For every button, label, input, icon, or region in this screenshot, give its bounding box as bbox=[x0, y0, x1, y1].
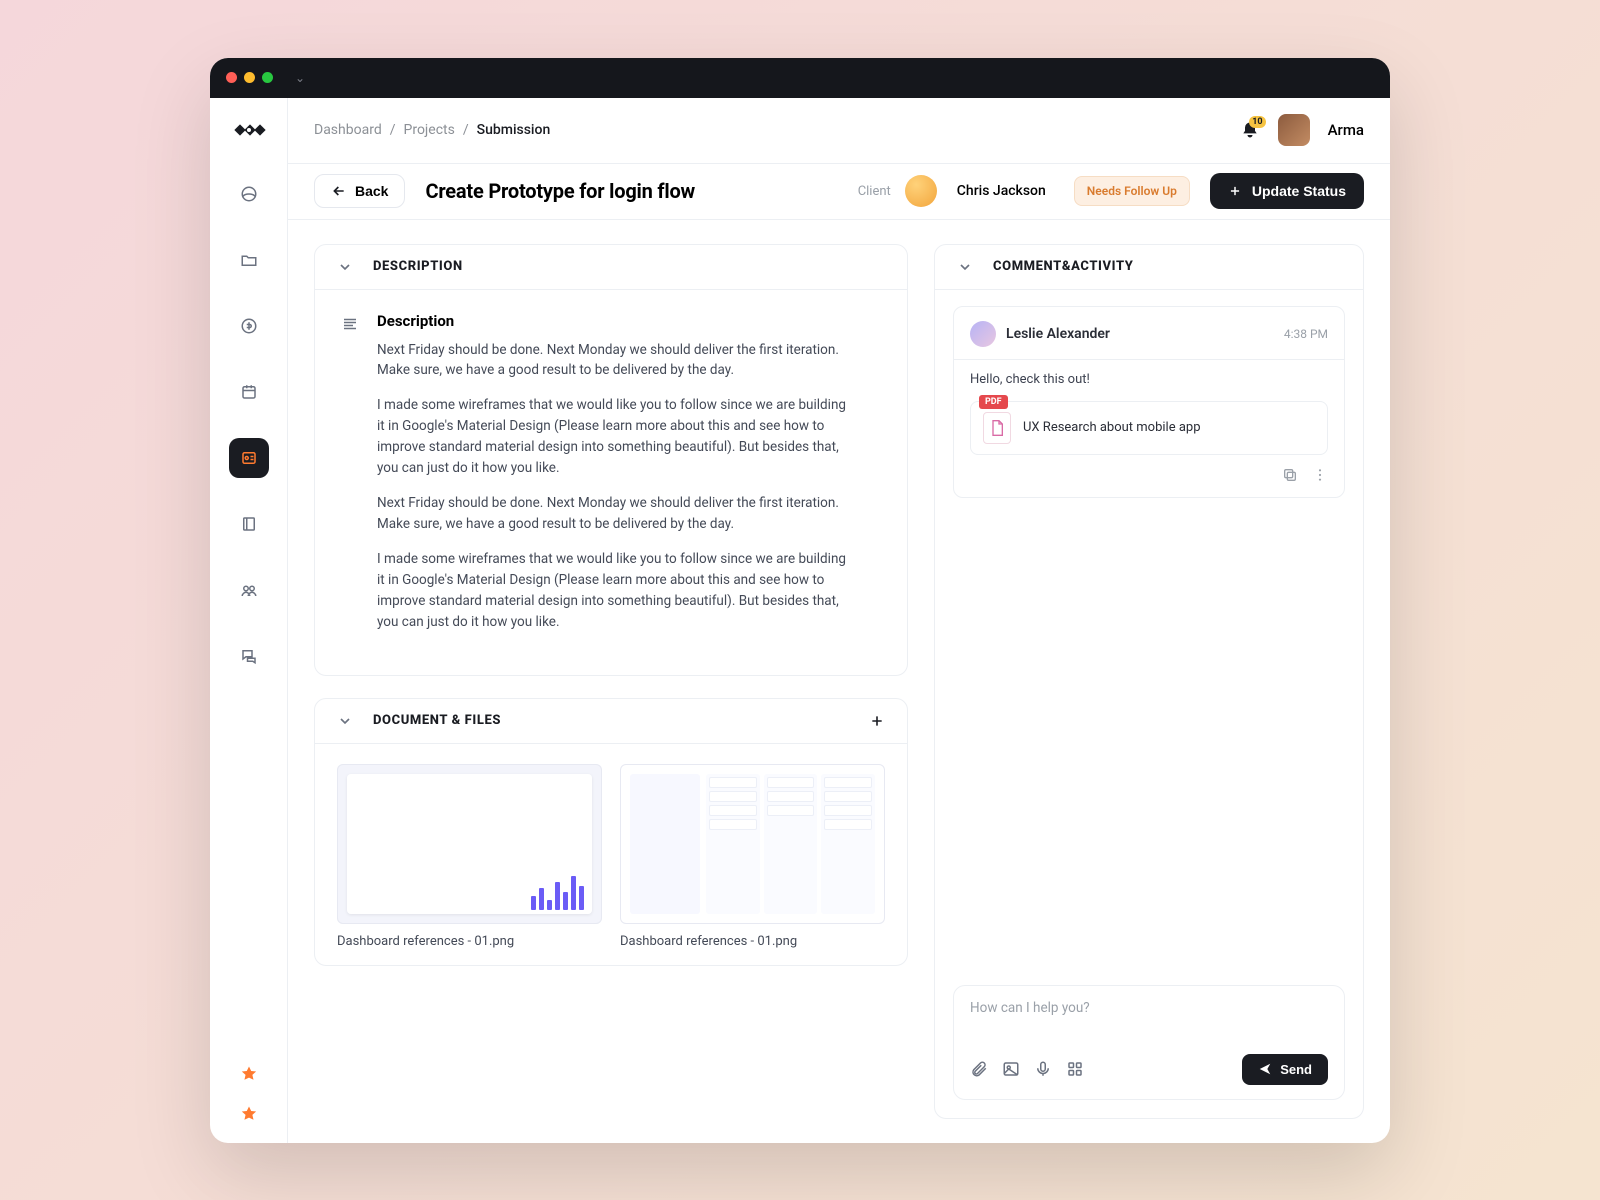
maximize-window-icon[interactable] bbox=[262, 72, 273, 83]
breadcrumb-sep: / bbox=[390, 122, 396, 138]
close-window-icon[interactable] bbox=[226, 72, 237, 83]
status-badge: Needs Follow Up bbox=[1074, 176, 1190, 206]
breadcrumb-current: Submission bbox=[477, 122, 551, 138]
file-item[interactable]: Dashboard references - 01.png bbox=[620, 764, 885, 949]
send-label: Send bbox=[1280, 1062, 1312, 1077]
comment-message: Hello, check this out! bbox=[970, 372, 1328, 387]
file-item[interactable]: Dashboard references - 01.png bbox=[337, 764, 602, 949]
chevron-down-icon bbox=[337, 713, 353, 729]
nav-billing-icon[interactable] bbox=[229, 306, 269, 346]
chevron-down-icon[interactable]: ⌄ bbox=[295, 71, 305, 85]
nav-folder-icon[interactable] bbox=[229, 240, 269, 280]
main: Dashboard / Projects / Submission 10 Arm… bbox=[288, 98, 1390, 1143]
sidebar bbox=[210, 98, 288, 1143]
description-paragraph: Next Friday should be done. Next Monday … bbox=[377, 340, 852, 382]
comment-author: Leslie Alexander bbox=[1006, 326, 1110, 342]
text-lines-icon bbox=[341, 315, 359, 647]
copy-icon bbox=[1282, 467, 1298, 483]
files-panel: DOCUMENT & FILES Dashboard references - … bbox=[314, 698, 908, 966]
attach-image-button[interactable] bbox=[1002, 1060, 1020, 1078]
username: Arma bbox=[1328, 121, 1364, 139]
description-panel-title: DESCRIPTION bbox=[373, 259, 463, 274]
grid-icon bbox=[1066, 1060, 1084, 1078]
add-file-button[interactable] bbox=[869, 713, 885, 729]
comment-input[interactable] bbox=[970, 1000, 1328, 1040]
breadcrumb: Dashboard / Projects / Submission bbox=[314, 122, 550, 138]
description-heading: Description bbox=[377, 312, 852, 330]
attachment[interactable]: PDF UX Research about mobile app bbox=[970, 401, 1328, 455]
favorite-star-icon[interactable] bbox=[240, 1105, 258, 1123]
nav-chat-icon[interactable] bbox=[229, 636, 269, 676]
comment-more-button[interactable] bbox=[1312, 467, 1328, 483]
nav-submissions-icon[interactable] bbox=[229, 438, 269, 478]
client-name: Chris Jackson bbox=[957, 183, 1046, 199]
plus-icon bbox=[1228, 184, 1242, 198]
attachment-name: UX Research about mobile app bbox=[1023, 420, 1201, 435]
apps-button[interactable] bbox=[1066, 1060, 1084, 1078]
favorite-star-icon[interactable] bbox=[240, 1065, 258, 1083]
paperclip-icon bbox=[970, 1060, 988, 1078]
description-paragraph: I made some wireframes that we would lik… bbox=[377, 395, 852, 479]
collapse-files-button[interactable] bbox=[337, 713, 353, 729]
image-icon bbox=[1002, 1060, 1020, 1078]
nav-calendar-icon[interactable] bbox=[229, 372, 269, 412]
description-paragraph: Next Friday should be done. Next Monday … bbox=[377, 493, 852, 535]
subheader: Back Create Prototype for login flow Cli… bbox=[288, 164, 1390, 220]
content: DESCRIPTION Description Next Friday shou… bbox=[288, 220, 1390, 1143]
send-icon bbox=[1258, 1062, 1272, 1076]
nav-dashboard-icon[interactable] bbox=[229, 174, 269, 214]
collapse-description-button[interactable] bbox=[337, 259, 353, 275]
chevron-down-icon bbox=[957, 259, 973, 275]
client-label: Client bbox=[858, 184, 891, 199]
notifications-button[interactable]: 10 bbox=[1240, 120, 1260, 140]
breadcrumb-projects[interactable]: Projects bbox=[404, 122, 455, 138]
voice-record-button[interactable] bbox=[1034, 1060, 1052, 1078]
logo[interactable] bbox=[232, 118, 266, 142]
plus-icon bbox=[869, 713, 885, 729]
file-name: Dashboard references - 01.png bbox=[620, 934, 885, 949]
file-name: Dashboard references - 01.png bbox=[337, 934, 602, 949]
titlebar: ⌄ bbox=[210, 58, 1390, 98]
file-thumbnail bbox=[620, 764, 885, 924]
send-button[interactable]: Send bbox=[1242, 1054, 1328, 1085]
comment-time: 4:38 PM bbox=[1284, 327, 1328, 341]
description-panel: DESCRIPTION Description Next Friday shou… bbox=[314, 244, 908, 676]
comment-avatar[interactable] bbox=[970, 321, 996, 347]
collapse-activity-button[interactable] bbox=[957, 259, 973, 275]
notification-badge: 10 bbox=[1249, 116, 1265, 128]
breadcrumb-dashboard[interactable]: Dashboard bbox=[314, 122, 382, 138]
chevron-down-icon bbox=[337, 259, 353, 275]
topbar: Dashboard / Projects / Submission 10 Arm… bbox=[288, 98, 1390, 164]
activity-panel-title: COMMENT&ACTIVITY bbox=[993, 259, 1133, 274]
avatar[interactable] bbox=[1278, 114, 1310, 146]
file-thumbnail bbox=[337, 764, 602, 924]
update-status-label: Update Status bbox=[1252, 183, 1346, 199]
activity-panel: COMMENT&ACTIVITY Leslie Alexander 4:38 P… bbox=[934, 244, 1364, 1119]
update-status-button[interactable]: Update Status bbox=[1210, 173, 1364, 209]
breadcrumb-sep: / bbox=[463, 122, 469, 138]
attach-file-button[interactable] bbox=[970, 1060, 988, 1078]
back-label: Back bbox=[355, 183, 388, 199]
back-button[interactable]: Back bbox=[314, 174, 405, 208]
microphone-icon bbox=[1034, 1060, 1052, 1078]
page-title: Create Prototype for login flow bbox=[425, 179, 695, 203]
client-avatar[interactable] bbox=[905, 175, 937, 207]
nav-team-icon[interactable] bbox=[229, 570, 269, 610]
user-area: 10 Arma bbox=[1240, 114, 1364, 146]
document-icon bbox=[983, 412, 1011, 444]
arrow-left-icon bbox=[331, 183, 347, 199]
app-window: ⌄ bbox=[210, 58, 1390, 1143]
description-paragraph: I made some wireframes that we would lik… bbox=[377, 549, 852, 633]
window-controls bbox=[226, 72, 273, 83]
attachment-badge: PDF bbox=[979, 395, 1008, 409]
more-vertical-icon bbox=[1312, 467, 1328, 483]
comment-card: Leslie Alexander 4:38 PM Hello, check th… bbox=[953, 306, 1345, 498]
minimize-window-icon[interactable] bbox=[244, 72, 255, 83]
copy-comment-button[interactable] bbox=[1282, 467, 1298, 483]
nav-docs-icon[interactable] bbox=[229, 504, 269, 544]
files-panel-title: DOCUMENT & FILES bbox=[373, 713, 501, 728]
comment-composer: Send bbox=[953, 985, 1345, 1100]
